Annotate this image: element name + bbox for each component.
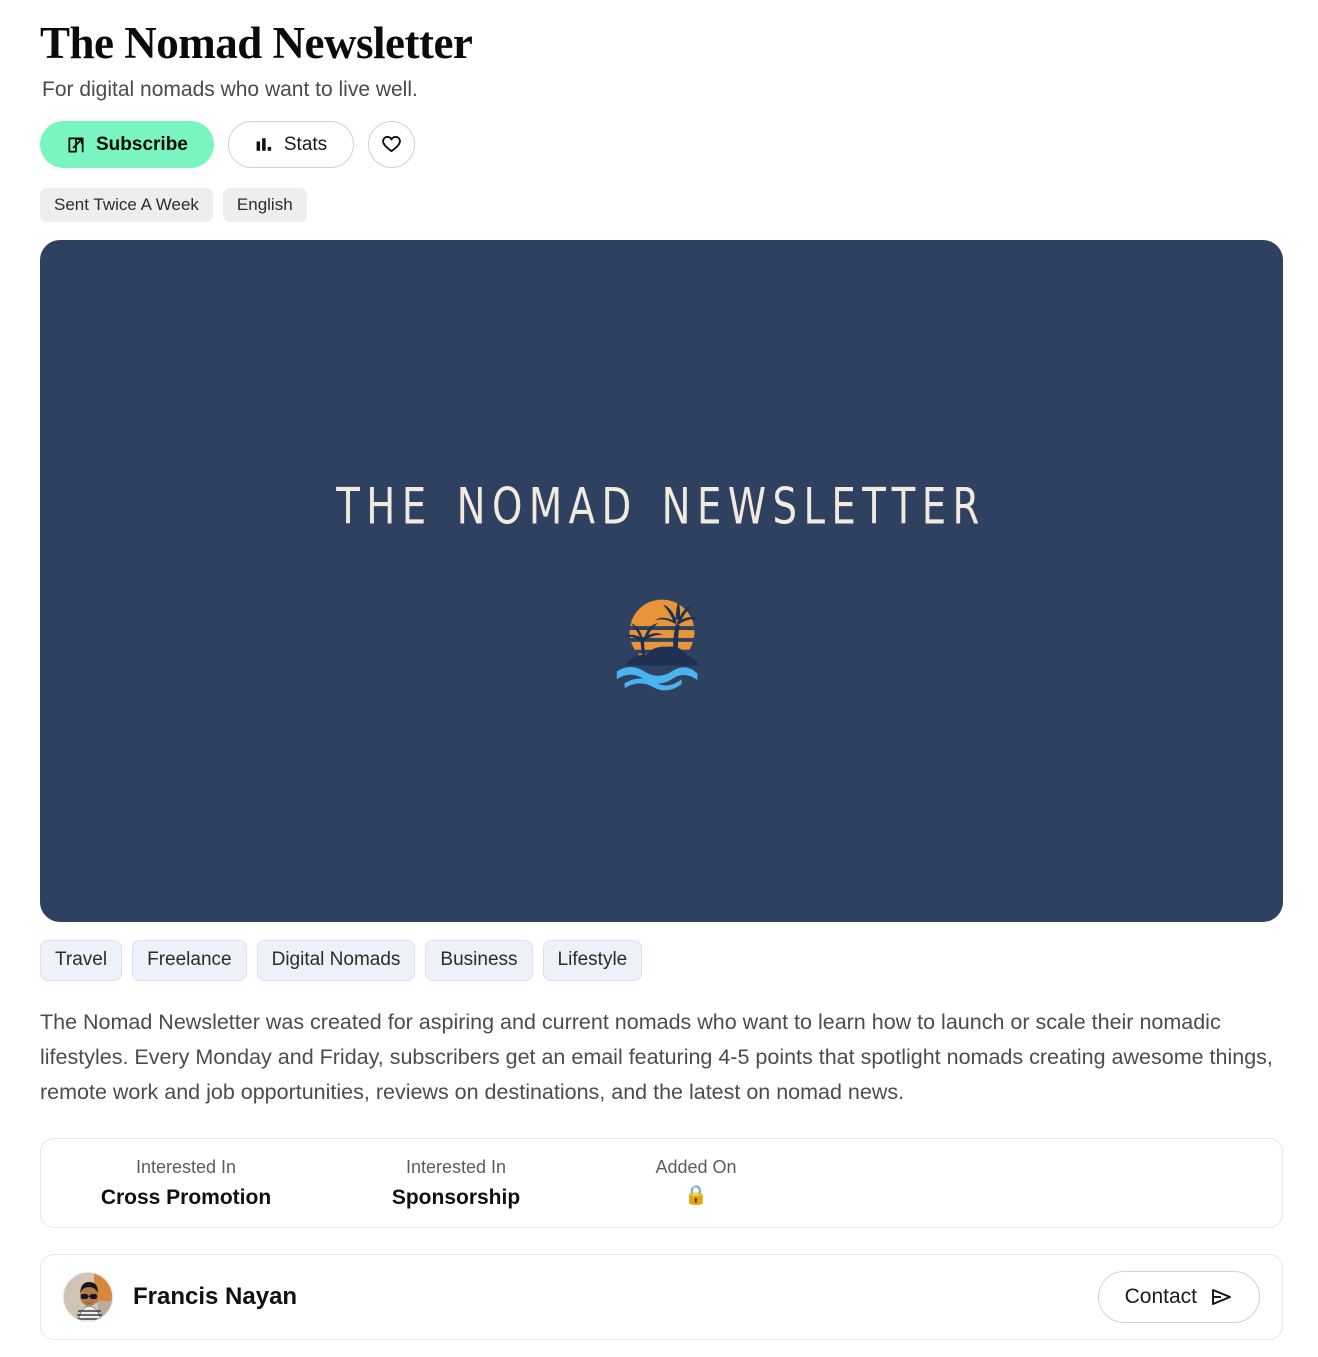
hero-wordmark: The Nomad Newsletter xyxy=(336,458,987,542)
detail-value: Cross Promotion xyxy=(100,1186,272,1210)
topic-tag-business[interactable]: Business xyxy=(425,940,533,982)
author-identity: Francis Nayan xyxy=(63,1271,298,1322)
author-card: Francis Nayan Contact xyxy=(40,1253,1283,1340)
topic-tag-row: Travel Freelance Digital Nomads Business… xyxy=(40,940,1282,982)
page-tagline: For digital nomads who want to live well… xyxy=(42,77,418,101)
subscribe-button[interactable]: Subscribe xyxy=(40,121,214,169)
subscribe-button-label: Subscribe xyxy=(96,133,188,155)
details-card: Interested In Cross Promotion Interested… xyxy=(40,1137,1283,1228)
topic-tag-freelance[interactable]: Freelance xyxy=(132,940,247,982)
detail-column-added-on: Added On 🔒 xyxy=(581,1157,811,1211)
detail-column-cross-promotion: Interested In Cross Promotion xyxy=(41,1157,331,1211)
hero-banner: The Nomad Newsletter xyxy=(40,240,1283,923)
newsletter-detail-page: The Nomad Newsletter For digital nomads … xyxy=(0,0,1318,1340)
send-icon xyxy=(1209,1285,1233,1309)
stats-button[interactable]: Stats xyxy=(227,121,355,169)
author-name: Francis Nayan xyxy=(133,1282,298,1310)
page-title: The Nomad Newsletter xyxy=(40,18,473,68)
detail-label: Interested In xyxy=(405,1156,507,1177)
topic-tag-travel[interactable]: Travel xyxy=(40,940,123,982)
detail-column-sponsorship: Interested In Sponsorship xyxy=(331,1157,581,1211)
topic-tag-digital-nomads[interactable]: Digital Nomads xyxy=(256,940,416,982)
language-chip: English xyxy=(222,188,307,223)
newsletter-description: The Nomad Newsletter was created for asp… xyxy=(40,1010,1273,1104)
topic-tag-lifestyle[interactable]: Lifestyle xyxy=(542,940,643,982)
detail-value: Sponsorship xyxy=(391,1186,521,1210)
favorite-button[interactable] xyxy=(368,121,416,169)
detail-label: Added On xyxy=(655,1156,737,1177)
detail-label: Interested In xyxy=(135,1156,237,1177)
external-link-icon xyxy=(66,135,86,155)
contact-button-label: Contact xyxy=(1124,1284,1197,1308)
avatar xyxy=(63,1271,113,1322)
meta-chip-row: Sent Twice A Week English xyxy=(40,188,1282,223)
action-button-row: Subscribe Stats xyxy=(40,121,1282,169)
bar-chart-icon xyxy=(255,135,274,154)
lock-icon: 🔒 xyxy=(684,1185,708,1207)
stats-button-label: Stats xyxy=(283,133,328,155)
palm-island-sunset-icon xyxy=(603,575,721,698)
contact-button[interactable]: Contact xyxy=(1097,1270,1260,1323)
frequency-chip: Sent Twice A Week xyxy=(40,188,213,223)
heart-icon xyxy=(380,133,403,156)
